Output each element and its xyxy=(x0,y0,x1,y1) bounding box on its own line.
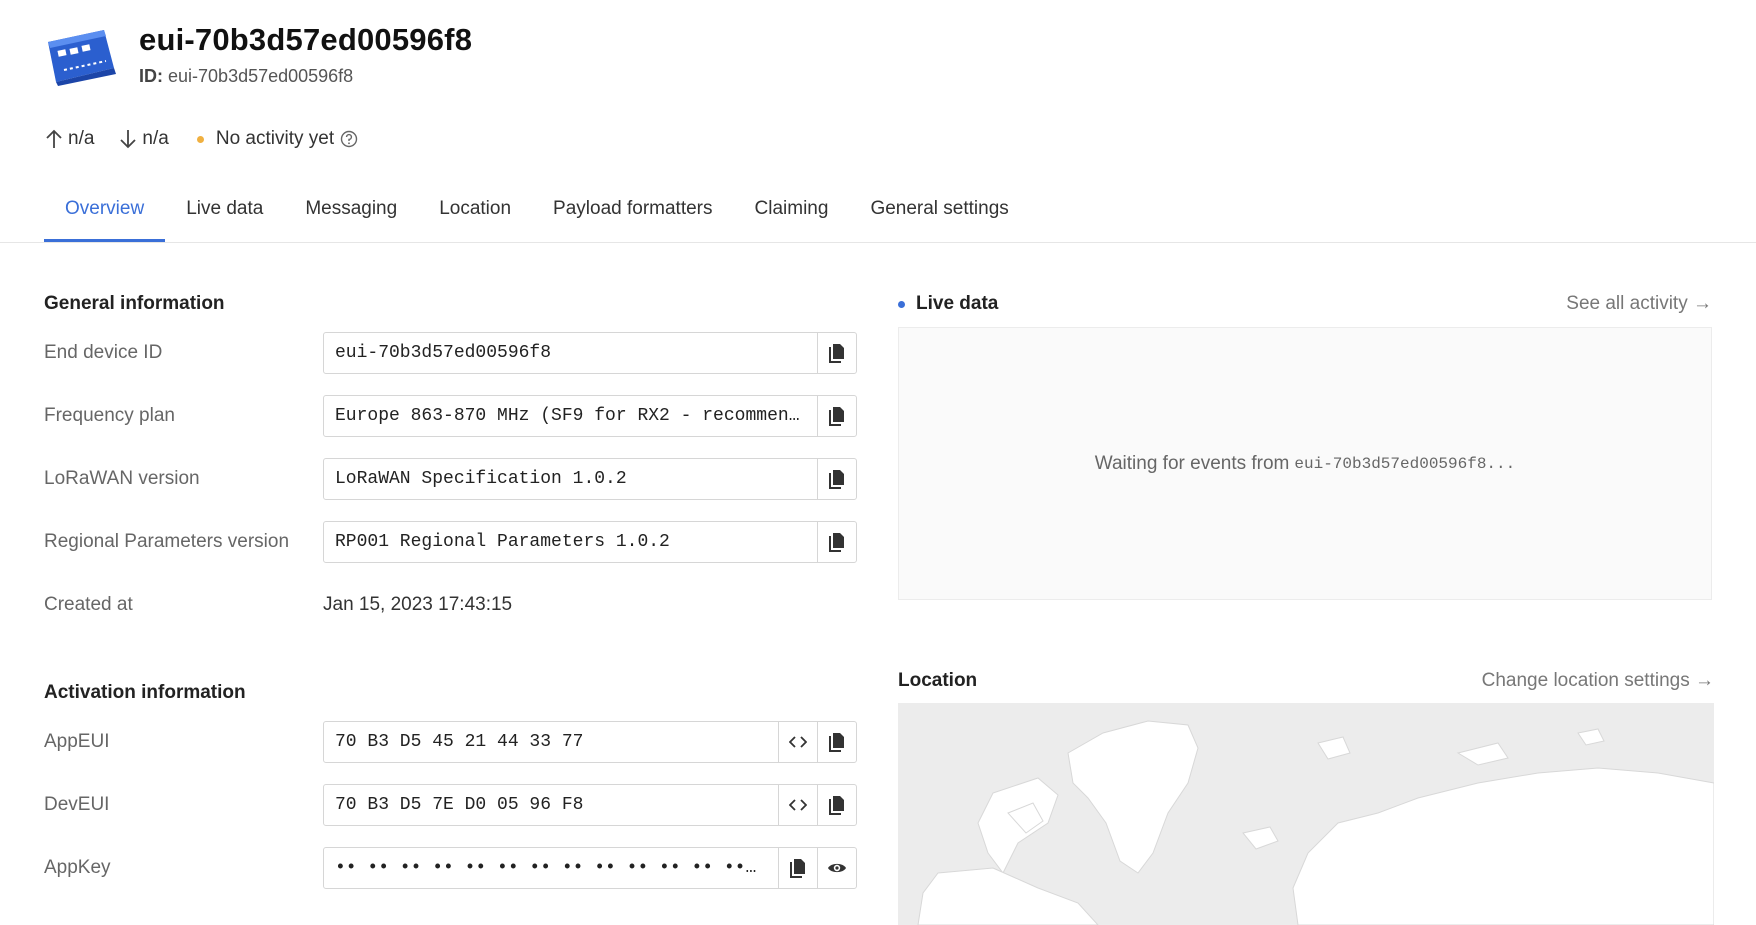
activity-status-dot xyxy=(196,135,204,143)
location-map[interactable] xyxy=(898,703,1714,925)
activity-status: No activity yet xyxy=(215,128,335,149)
appkey-value: •• •• •• •• •• •• •• •• •• •• •• •• •• •… xyxy=(335,858,767,878)
eye-icon xyxy=(828,863,846,873)
tabs-divider xyxy=(0,242,1756,243)
created-at-label: Created at xyxy=(44,594,133,615)
device-icon xyxy=(44,28,118,86)
appeui-label: AppEUI xyxy=(44,731,110,752)
live-status-dot xyxy=(898,300,905,308)
tab-general-settings[interactable]: General settings xyxy=(849,186,1029,242)
copy-icon xyxy=(790,859,805,878)
tab-location[interactable]: Location xyxy=(418,186,532,242)
appeui-field: 70 B3 D5 45 21 44 33 77 xyxy=(323,721,857,763)
device-stats: n/a n/a No activity yet xyxy=(44,126,358,152)
deveui-label: DevEUI xyxy=(44,794,110,815)
regional-parameters-label: Regional Parameters version xyxy=(44,531,290,552)
waiting-device: eui-70b3d57ed00596f8... xyxy=(1294,454,1516,473)
frequency-plan-label: Frequency plan xyxy=(44,405,175,426)
end-device-id-field: eui-70b3d57ed00596f8 xyxy=(323,332,857,374)
code-icon xyxy=(789,736,807,748)
appeui-value: 70 B3 D5 45 21 44 33 77 xyxy=(335,732,584,752)
frequency-plan-field: Europe 863-870 MHz (SF9 for RX2 - recomm… xyxy=(323,395,857,437)
regional-parameters-value: RP001 Regional Parameters 1.0.2 xyxy=(335,532,670,552)
tab-live-data[interactable]: Live data xyxy=(165,186,284,242)
downlink-stat: n/a xyxy=(118,128,169,150)
live-data-header: Live data xyxy=(898,293,998,315)
uplink-value: n/a xyxy=(68,128,95,149)
help-icon[interactable] xyxy=(340,130,358,148)
device-id-label: ID: xyxy=(139,66,163,86)
regional-parameters-field: RP001 Regional Parameters 1.0.2 xyxy=(323,521,857,563)
tab-overview[interactable]: Overview xyxy=(44,186,166,242)
general-information-title: General information xyxy=(44,293,225,314)
device-id-value: eui-70b3d57ed00596f8 xyxy=(168,66,354,86)
see-all-activity-link[interactable]: See all activity → xyxy=(1566,293,1712,315)
end-device-id-label: End device ID xyxy=(44,342,163,363)
map-landmass xyxy=(917,720,1714,925)
copy-icon xyxy=(829,407,844,426)
arrow-up-icon xyxy=(46,129,62,148)
tab-payload-formatters[interactable]: Payload formatters xyxy=(532,186,733,242)
end-device-id-value: eui-70b3d57ed00596f8 xyxy=(335,343,552,363)
appkey-label: AppKey xyxy=(44,857,111,878)
tab-claiming[interactable]: Claiming xyxy=(734,186,850,242)
copy-button[interactable] xyxy=(817,522,856,562)
downlink-value: n/a xyxy=(142,128,169,149)
activation-information-title: Activation information xyxy=(44,682,246,703)
copy-button[interactable] xyxy=(778,848,817,888)
live-data-title: Live data xyxy=(916,293,999,314)
location-title: Location xyxy=(898,670,978,691)
copy-button[interactable] xyxy=(817,333,856,373)
page-title: eui-70b3d57ed00596f8 xyxy=(139,22,473,57)
change-location-settings-link[interactable]: Change location settings → xyxy=(1482,670,1714,692)
copy-button[interactable] xyxy=(817,459,856,499)
copy-icon xyxy=(829,796,844,815)
device-id: ID: eui-70b3d57ed00596f8 xyxy=(139,66,353,87)
code-icon xyxy=(789,799,807,811)
deveui-field: 70 B3 D5 7E D0 05 96 F8 xyxy=(323,784,857,826)
copy-icon xyxy=(829,733,844,752)
show-key-button[interactable] xyxy=(817,848,856,888)
frequency-plan-value: Europe 863-870 MHz (SF9 for RX2 - recomm… xyxy=(335,406,806,426)
waiting-text: Waiting for events from xyxy=(1094,452,1290,474)
lorawan-version-label: LoRaWAN version xyxy=(44,468,200,489)
copy-icon xyxy=(829,470,844,489)
lorawan-version-field: LoRaWAN Specification 1.0.2 xyxy=(323,458,857,500)
copy-icon xyxy=(829,344,844,363)
tab-bar: Overview Live data Messaging Location Pa… xyxy=(44,186,1030,242)
copy-button[interactable] xyxy=(817,785,856,825)
uplink-stat: n/a xyxy=(44,128,94,150)
created-at-value: Jan 15, 2023 17:43:15 xyxy=(323,594,513,615)
toggle-format-button[interactable] xyxy=(778,722,817,762)
tab-messaging[interactable]: Messaging xyxy=(284,186,418,242)
deveui-value: 70 B3 D5 7E D0 05 96 F8 xyxy=(335,795,584,815)
copy-button[interactable] xyxy=(817,722,856,762)
copy-icon xyxy=(829,533,844,552)
live-data-panel: Waiting for events from eui-70b3d57ed005… xyxy=(898,327,1712,600)
arrow-down-icon xyxy=(120,130,137,149)
copy-button[interactable] xyxy=(817,396,856,436)
toggle-format-button[interactable] xyxy=(778,785,817,825)
appkey-field: •• •• •• •• •• •• •• •• •• •• •• •• •• •… xyxy=(323,847,857,889)
lorawan-version-value: LoRaWAN Specification 1.0.2 xyxy=(335,469,627,489)
